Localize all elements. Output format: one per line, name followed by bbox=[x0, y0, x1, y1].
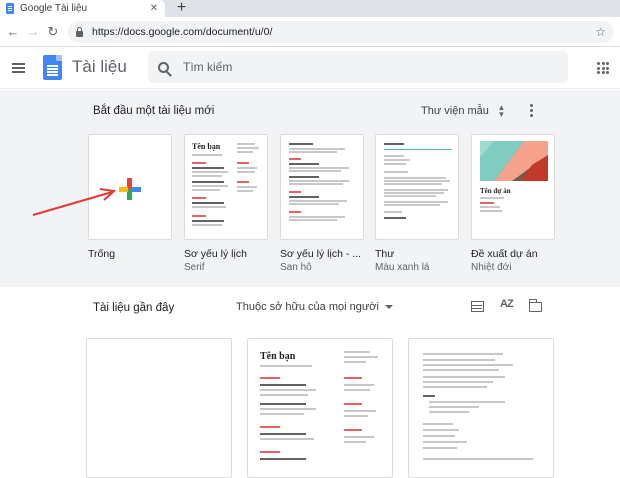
template-name: Sơ yếu lý lịch - ... bbox=[280, 248, 361, 260]
more-options-icon[interactable] bbox=[530, 104, 534, 118]
template-subtitle: San hô bbox=[280, 262, 312, 273]
list-view-icon[interactable] bbox=[471, 301, 484, 312]
template-project-proposal[interactable]: Tên dự án Đề xuất dự án Nhiệt đới bbox=[471, 134, 555, 273]
template-name: Sơ yếu lý lịch bbox=[184, 248, 247, 260]
lock-icon bbox=[76, 26, 83, 37]
template-gallery: Bắt đầu một tài liệu mới Thư viện mẫu ▴ ▾… bbox=[0, 90, 620, 287]
doc-heading: Tên bạn bbox=[260, 351, 296, 362]
new-tab-button[interactable]: + bbox=[173, 0, 190, 17]
template-gallery-button[interactable]: Thư viện mẫu ▴ ▾ bbox=[421, 101, 506, 121]
template-resume-coral[interactable]: Sơ yếu lý lịch - ... San hô bbox=[280, 134, 364, 273]
docs-header: Tài liệu Tìm kiếm bbox=[0, 47, 620, 89]
template-name: Đề xuất dự án bbox=[471, 248, 538, 260]
template-gallery-label[interactable]: Thư viện mẫu bbox=[421, 105, 489, 117]
search-bar[interactable]: Tìm kiếm bbox=[148, 51, 568, 83]
search-input[interactable]: Tìm kiếm bbox=[183, 60, 232, 74]
template-thumbnail[interactable] bbox=[375, 134, 459, 240]
close-tab-icon[interactable]: ✕ bbox=[147, 3, 161, 14]
template-heading: Tên dự án bbox=[480, 187, 511, 195]
template-subtitle: Serif bbox=[184, 262, 205, 273]
browser-toolbar: ← → ↻ https://docs.google.com/document/u… bbox=[0, 17, 620, 47]
recent-docs-title: Tài liệu gần đây bbox=[93, 302, 175, 314]
owner-filter-label[interactable]: Thuộc sở hữu của mọi người bbox=[236, 301, 379, 313]
annotation-arrow-icon bbox=[32, 188, 117, 216]
url-text[interactable]: https://docs.google.com/document/u/0/ bbox=[92, 26, 595, 38]
template-name: Trống bbox=[88, 248, 116, 260]
recent-doc-card[interactable] bbox=[86, 338, 232, 478]
gallery-title: Bắt đầu một tài liệu mới bbox=[93, 105, 215, 117]
docs-logo-icon[interactable] bbox=[43, 55, 62, 80]
search-icon[interactable] bbox=[158, 61, 169, 73]
owner-filter-dropdown[interactable]: Thuộc sở hữu của mọi người bbox=[236, 301, 393, 313]
unfold-more-icon[interactable]: ▴ ▾ bbox=[497, 103, 506, 119]
main-menu-icon[interactable] bbox=[12, 63, 25, 73]
bookmark-star-icon[interactable]: ☆ bbox=[595, 25, 606, 39]
template-subtitle: Nhiệt đới bbox=[471, 262, 512, 273]
recent-doc-card[interactable]: Tên bạn bbox=[247, 338, 393, 478]
template-thumbnail[interactable] bbox=[280, 134, 364, 240]
browser-tab[interactable]: Google Tài liệu ✕ bbox=[0, 0, 165, 17]
template-thumbnail[interactable]: Tên dự án bbox=[471, 134, 555, 240]
plus-icon bbox=[119, 178, 141, 200]
recent-doc-card[interactable] bbox=[408, 338, 554, 478]
template-name: Thư bbox=[375, 248, 395, 260]
template-letter-green[interactable]: Thư Màu xanh lá bbox=[375, 134, 459, 273]
reload-icon[interactable]: ↻ bbox=[44, 23, 62, 41]
template-heading: Tên bạn bbox=[192, 142, 221, 151]
address-bar[interactable]: https://docs.google.com/document/u/0/ ☆ bbox=[68, 21, 614, 43]
browser-tab-strip: Google Tài liệu ✕ + bbox=[0, 0, 620, 17]
dropdown-caret-icon[interactable] bbox=[384, 305, 393, 309]
google-apps-icon[interactable] bbox=[597, 62, 609, 74]
template-resume-serif[interactable]: Tên bạn Sơ yếu lý lịch Serif bbox=[184, 134, 268, 273]
folder-picker-icon[interactable] bbox=[528, 299, 542, 312]
tropical-banner-image bbox=[480, 141, 548, 181]
app-name[interactable]: Tài liệu bbox=[72, 57, 127, 77]
template-subtitle: Màu xanh lá bbox=[375, 262, 430, 273]
forward-arrow-icon[interactable]: → bbox=[24, 23, 42, 41]
docs-favicon-icon bbox=[6, 3, 14, 14]
back-arrow-icon[interactable]: ← bbox=[4, 23, 22, 41]
sort-az-icon[interactable]: AZ bbox=[500, 298, 514, 310]
template-thumbnail[interactable]: Tên bạn bbox=[184, 134, 268, 240]
tab-title: Google Tài liệu bbox=[20, 3, 88, 14]
